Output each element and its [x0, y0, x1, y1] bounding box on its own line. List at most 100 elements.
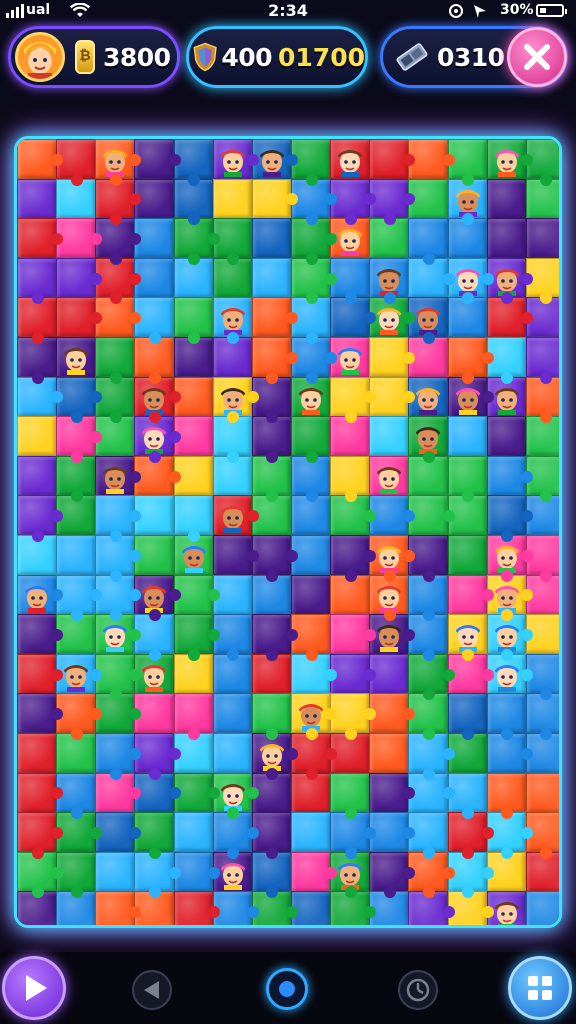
puzzle-piece[interactable] — [173, 614, 220, 661]
coins-panel[interactable]: ₿ 3800 — [8, 26, 180, 88]
puzzle-piece[interactable] — [525, 891, 559, 925]
puzzle-piece[interactable] — [17, 178, 57, 219]
puzzle-piece[interactable] — [369, 257, 409, 305]
puzzle-piece[interactable] — [95, 455, 142, 496]
puzzle-piece[interactable] — [486, 178, 527, 219]
puzzle-piece[interactable] — [212, 535, 259, 576]
puzzle-piece[interactable] — [330, 455, 370, 503]
puzzle-piece[interactable] — [95, 851, 135, 892]
puzzle-piece[interactable] — [291, 416, 331, 463]
pieces-menu-button[interactable] — [508, 956, 572, 1020]
puzzle-board[interactable] — [14, 136, 562, 928]
puzzle-piece[interactable] — [95, 733, 142, 780]
puzzle-piece[interactable] — [330, 614, 377, 655]
nav-back-button[interactable] — [132, 970, 172, 1010]
puzzle-piece[interactable] — [212, 693, 253, 734]
puzzle-piece[interactable] — [251, 178, 298, 219]
puzzle-piece[interactable] — [369, 416, 409, 457]
puzzle-piece[interactable] — [95, 337, 135, 384]
puzzle-piece[interactable] — [447, 574, 494, 615]
puzzle-piece[interactable] — [17, 257, 57, 305]
nav-recents-button[interactable] — [398, 970, 438, 1010]
puzzle-piece[interactable] — [95, 139, 142, 186]
puzzle-piece[interactable] — [56, 535, 96, 576]
puzzle-piece[interactable] — [17, 653, 64, 694]
puzzle-piece[interactable] — [173, 297, 214, 344]
puzzle-piece[interactable] — [486, 416, 527, 457]
piece-tab — [188, 252, 201, 265]
shield-panel[interactable]: 400 01700 — [186, 26, 368, 88]
puzzle-piece[interactable] — [17, 139, 64, 180]
puzzle-piece[interactable] — [408, 416, 449, 463]
puzzle-grid[interactable] — [17, 139, 559, 925]
puzzle-piece[interactable] — [447, 693, 488, 740]
puzzle-piece[interactable] — [369, 733, 409, 774]
puzzle-piece[interactable] — [212, 178, 253, 219]
puzzle-piece[interactable] — [369, 337, 416, 378]
puzzle-piece[interactable] — [447, 416, 488, 457]
puzzle-piece[interactable] — [447, 614, 488, 661]
puzzle-piece[interactable] — [330, 535, 377, 582]
puzzle-piece[interactable] — [486, 139, 533, 180]
puzzle-piece[interactable] — [17, 812, 64, 859]
puzzle-piece[interactable] — [369, 139, 416, 180]
puzzle-piece[interactable] — [17, 614, 64, 655]
puzzle-piece[interactable] — [447, 455, 488, 503]
puzzle-piece[interactable] — [525, 772, 559, 813]
puzzle-piece[interactable] — [330, 139, 370, 180]
puzzle-piece[interactable] — [369, 851, 416, 899]
puzzle-piece[interactable] — [212, 376, 259, 424]
puzzle-piece[interactable] — [251, 218, 292, 259]
puzzle-piece[interactable] — [212, 139, 259, 180]
puzzle-piece[interactable] — [251, 337, 298, 384]
puzzle-piece[interactable] — [525, 337, 559, 384]
puzzle-piece[interactable] — [173, 812, 214, 853]
puzzle-piece[interactable] — [408, 218, 449, 265]
puzzle-piece[interactable] — [251, 297, 298, 338]
puzzle-piece[interactable] — [486, 455, 533, 496]
puzzle-piece[interactable] — [486, 693, 527, 740]
player-avatar[interactable] — [15, 32, 65, 82]
puzzle-piece[interactable] — [56, 337, 96, 378]
puzzle-piece[interactable] — [173, 495, 214, 542]
character-face-icon — [377, 466, 402, 494]
gems-panel[interactable]: 0310 — [380, 26, 568, 88]
puzzle-piece[interactable] — [95, 891, 142, 925]
puzzle-piece[interactable] — [251, 614, 298, 661]
puzzle-piece[interactable] — [330, 376, 377, 424]
play-button[interactable] — [2, 956, 66, 1020]
puzzle-piece[interactable] — [17, 574, 64, 615]
puzzle-piece[interactable] — [17, 218, 64, 259]
puzzle-piece[interactable] — [291, 574, 331, 615]
puzzle-piece[interactable] — [486, 495, 533, 542]
puzzle-piece[interactable] — [17, 772, 64, 813]
puzzle-piece[interactable] — [291, 812, 331, 853]
nav-home-button[interactable] — [266, 968, 308, 1010]
puzzle-piece[interactable] — [330, 772, 370, 820]
puzzle-piece[interactable] — [447, 535, 488, 576]
puzzle-piece[interactable] — [447, 337, 494, 384]
puzzle-piece[interactable] — [17, 733, 57, 774]
puzzle-piece[interactable] — [95, 495, 142, 542]
puzzle-piece[interactable] — [525, 218, 559, 259]
puzzle-piece[interactable] — [212, 297, 253, 344]
puzzle-piece[interactable] — [486, 772, 527, 820]
puzzle-piece[interactable] — [56, 257, 103, 298]
puzzle-piece[interactable] — [486, 218, 527, 259]
puzzle-piece[interactable] — [212, 733, 253, 774]
close-button[interactable] — [507, 27, 567, 87]
puzzle-piece[interactable] — [17, 455, 57, 496]
puzzle-piece[interactable] — [56, 297, 103, 338]
puzzle-piece[interactable] — [173, 891, 220, 925]
puzzle-piece[interactable] — [173, 693, 214, 740]
puzzle-piece[interactable] — [17, 693, 64, 734]
puzzle-piece[interactable] — [291, 693, 338, 740]
puzzle-piece[interactable] — [291, 851, 338, 892]
puzzle-piece[interactable] — [369, 772, 416, 813]
puzzle-piece[interactable] — [251, 693, 292, 740]
puzzle-piece[interactable] — [212, 495, 259, 536]
puzzle-piece[interactable] — [369, 455, 409, 496]
puzzle-piece[interactable] — [251, 257, 292, 298]
puzzle-piece[interactable] — [17, 495, 64, 542]
puzzle-piece[interactable] — [17, 416, 57, 457]
